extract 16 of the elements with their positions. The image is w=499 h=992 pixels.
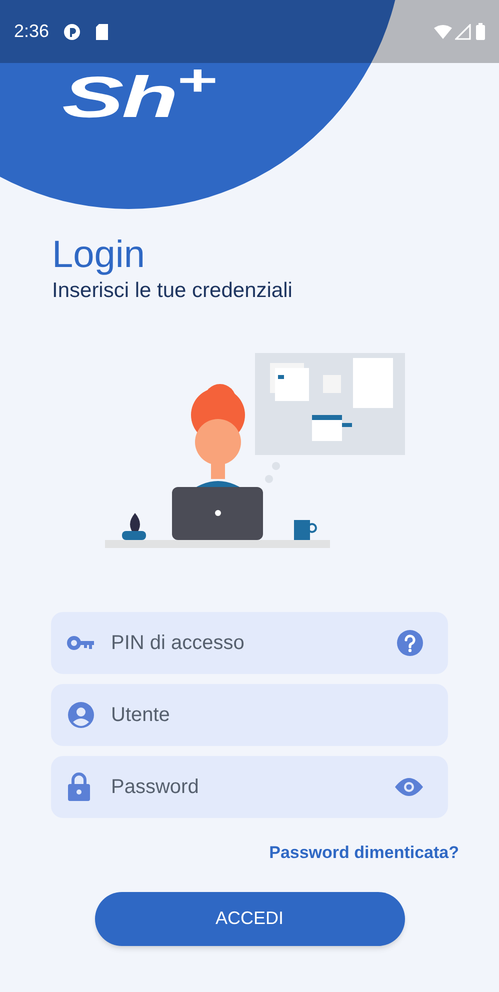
notification-icon: [63, 22, 82, 40]
pin-field[interactable]: PIN di accesso: [51, 612, 448, 674]
page-subtitle: Inserisci le tue credenziali: [52, 278, 292, 304]
page-title: Login: [52, 233, 145, 277]
eye-icon[interactable]: [394, 777, 424, 797]
battery-icon: [476, 23, 485, 40]
signal-icon: [455, 24, 471, 40]
sd-card-icon: [95, 22, 110, 40]
username-field[interactable]: Utente: [51, 684, 448, 746]
wifi-icon: [434, 24, 452, 38]
password-field[interactable]: Password: [51, 756, 448, 818]
forgot-password-link[interactable]: Password dimenticata?: [269, 840, 459, 866]
login-button[interactable]: ACCEDI: [94, 892, 404, 946]
logo: Sh$^{+}$: [62, 69, 214, 127]
status-time: 2:36: [14, 20, 50, 43]
help-icon[interactable]: [396, 629, 424, 657]
